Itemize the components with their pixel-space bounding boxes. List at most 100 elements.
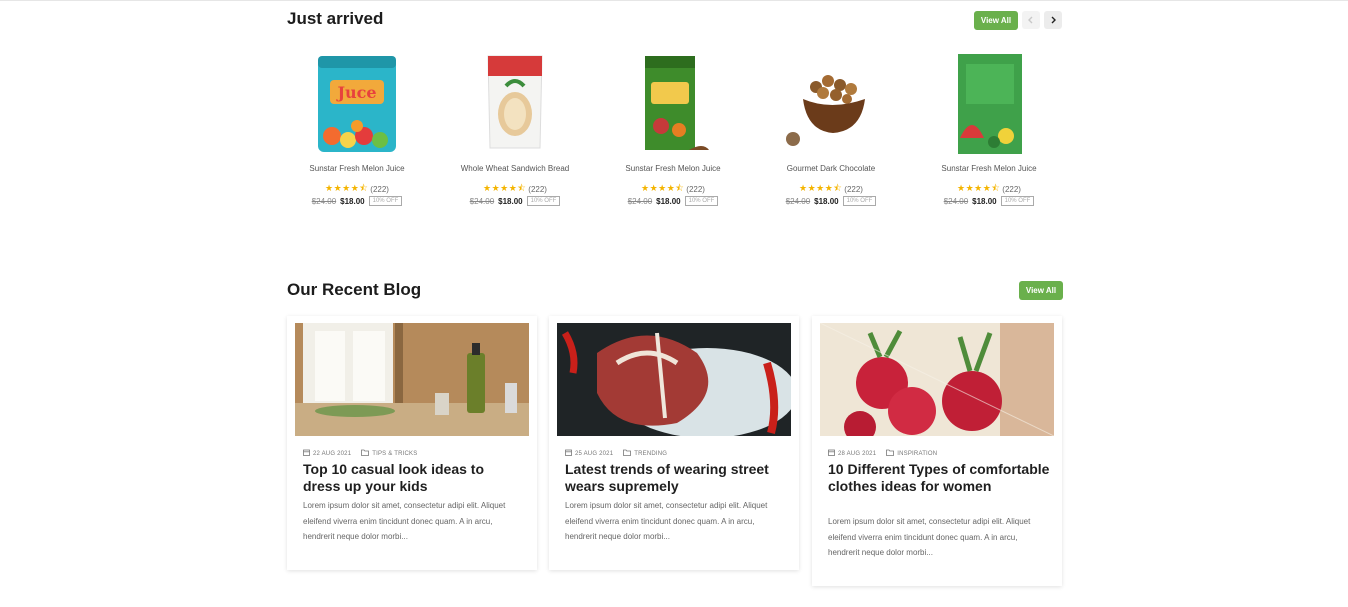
steak-on-ice-image — [557, 323, 791, 436]
current-price: $18.00 — [656, 196, 681, 206]
blog-date: 25 AUG 2021 — [565, 449, 613, 458]
review-count: (222) — [1002, 184, 1021, 194]
blog-image[interactable] — [295, 323, 529, 436]
blog-category-text: TRENDING — [634, 451, 668, 458]
blog-category-text: TIPS & TRICKS — [372, 451, 418, 458]
blog-date-text: 22 AUG 2021 — [313, 451, 352, 458]
product-name[interactable]: Sunstar Fresh Melon Juice — [594, 164, 752, 173]
product-card[interactable]: Sunstar Fresh Melon Juice ★★★★⯪ (222) $24… — [594, 48, 752, 218]
recent-blog-title: Our Recent Blog — [287, 280, 422, 299]
blog-meta: 22 AUG 2021 TIPS & TRICKS — [303, 449, 417, 458]
product-image[interactable] — [752, 48, 910, 160]
blog-meta: 28 AUG 2021 INSPIRATION — [828, 449, 937, 458]
folder-icon — [886, 449, 895, 458]
next-button[interactable] — [1044, 11, 1062, 29]
product-name[interactable]: Whole Wheat Sandwich Bread — [436, 164, 594, 173]
svg-text:Juce: Juce — [335, 83, 376, 102]
product-carousel: Juce Sunstar Fresh Melon Juice ★★★★⯪ (222… — [278, 48, 1068, 218]
folder-icon — [623, 449, 632, 458]
chevron-left-icon — [1028, 16, 1033, 24]
blog-category[interactable]: TRENDING — [623, 449, 667, 458]
discount-badge: 10% OFF — [1000, 196, 1035, 206]
product-image[interactable] — [910, 48, 1068, 160]
product-price: $24.00 $18.00 10% OFF — [594, 196, 752, 206]
top-divider — [0, 0, 1348, 1]
folder-icon — [361, 449, 370, 458]
blog-excerpt: Lorem ipsum dolor sit amet, consectetur … — [828, 517, 1031, 557]
current-price: $18.00 — [340, 196, 365, 206]
review-count: (222) — [844, 184, 863, 194]
product-rating: ★★★★⯪ (222) — [910, 181, 1068, 197]
old-price: $24.00 — [627, 196, 653, 206]
calendar-icon — [828, 449, 835, 458]
chevron-right-icon — [1051, 16, 1056, 24]
blog-excerpt: Lorem ipsum dolor sit amet, consectetur … — [303, 501, 506, 541]
product-name[interactable]: Sunstar Fresh Melon Juice — [910, 164, 1068, 173]
blog-date: 28 AUG 2021 — [828, 449, 876, 458]
current-price: $18.00 — [814, 196, 839, 206]
product-rating: ★★★★⯪ (222) — [436, 181, 594, 197]
blog-title[interactable]: 10 Different Types of comfortable clothe… — [828, 461, 1050, 495]
blog-view-all-button[interactable]: View All — [1019, 281, 1063, 300]
kitchen-table-image — [295, 323, 529, 436]
blog-image[interactable] — [557, 323, 791, 436]
blog-card[interactable]: 22 AUG 2021 TIPS & TRICKS Top 10 casual … — [287, 316, 537, 570]
old-price: $24.00 — [943, 196, 969, 206]
product-price: $24.00 $18.00 10% OFF — [436, 196, 594, 206]
blog-image[interactable] — [820, 323, 1054, 436]
green-pouch-image — [958, 54, 1022, 154]
star-rating-icon: ★★★★⯪ — [325, 183, 369, 193]
product-price: $24.00 $18.00 10% OFF — [910, 196, 1068, 206]
calendar-icon — [565, 449, 572, 458]
product-name[interactable]: Gourmet Dark Chocolate — [752, 164, 910, 173]
blog-category[interactable]: INSPIRATION — [886, 449, 937, 458]
blog-category-text: INSPIRATION — [897, 451, 938, 458]
snack-sachet-image — [645, 56, 709, 150]
discount-badge: 10% OFF — [842, 196, 877, 206]
review-count: (222) — [528, 184, 547, 194]
discount-badge: 10% OFF — [684, 196, 719, 206]
product-image[interactable]: Juce — [278, 48, 436, 160]
product-rating: ★★★★⯪ (222) — [752, 181, 910, 197]
chocolate-bowl-image — [786, 75, 865, 146]
product-image[interactable] — [436, 48, 594, 160]
discount-badge: 10% OFF — [526, 196, 561, 206]
product-card[interactable]: Sunstar Fresh Melon Juice ★★★★⯪ (222) $24… — [910, 48, 1068, 218]
juice-pack-image: Juce — [318, 56, 396, 152]
review-count: (222) — [686, 184, 705, 194]
star-rating-icon: ★★★★⯪ — [483, 183, 527, 193]
blog-card[interactable]: 25 AUG 2021 TRENDING Latest trends of we… — [549, 316, 799, 570]
blog-date-text: 28 AUG 2021 — [838, 451, 877, 458]
blog-excerpt: Lorem ipsum dolor sit amet, consectetur … — [565, 501, 768, 541]
prev-button[interactable] — [1022, 11, 1040, 29]
product-card[interactable]: Whole Wheat Sandwich Bread ★★★★⯪ (222) $2… — [436, 48, 594, 218]
blog-category[interactable]: TIPS & TRICKS — [361, 449, 417, 458]
old-price: $24.00 — [311, 196, 337, 206]
bread-bag-image — [487, 55, 543, 149]
product-name[interactable]: Sunstar Fresh Melon Juice — [278, 164, 436, 173]
old-price: $24.00 — [469, 196, 495, 206]
product-rating: ★★★★⯪ (222) — [594, 181, 752, 197]
review-count: (222) — [370, 184, 389, 194]
blog-date: 22 AUG 2021 — [303, 449, 351, 458]
discount-badge: 10% OFF — [368, 196, 403, 206]
current-price: $18.00 — [972, 196, 997, 206]
product-card[interactable]: Gourmet Dark Chocolate ★★★★⯪ (222) $24.00… — [752, 48, 910, 218]
star-rating-icon: ★★★★⯪ — [641, 183, 685, 193]
blog-card[interactable]: 28 AUG 2021 INSPIRATION 10 Different Typ… — [812, 316, 1062, 586]
blog-title[interactable]: Latest trends of wearing street wears su… — [565, 461, 787, 495]
blog-date-text: 25 AUG 2021 — [575, 451, 614, 458]
just-arrived-title: Just arrived — [287, 9, 384, 28]
just-arrived-view-all-button[interactable]: View All — [974, 11, 1018, 30]
star-rating-icon: ★★★★⯪ — [957, 183, 1001, 193]
old-price: $24.00 — [785, 196, 811, 206]
blog-meta: 25 AUG 2021 TRENDING — [565, 449, 667, 458]
product-price: $24.00 $18.00 10% OFF — [752, 196, 910, 206]
star-rating-icon: ★★★★⯪ — [799, 183, 843, 193]
blog-title[interactable]: Top 10 casual look ideas to dress up you… — [303, 461, 525, 495]
calendar-icon — [303, 449, 310, 458]
product-price: $24.00 $18.00 10% OFF — [278, 196, 436, 206]
product-rating: ★★★★⯪ (222) — [278, 181, 436, 197]
product-image[interactable] — [594, 48, 752, 160]
product-card[interactable]: Juce Sunstar Fresh Melon Juice ★★★★⯪ (222… — [278, 48, 436, 218]
